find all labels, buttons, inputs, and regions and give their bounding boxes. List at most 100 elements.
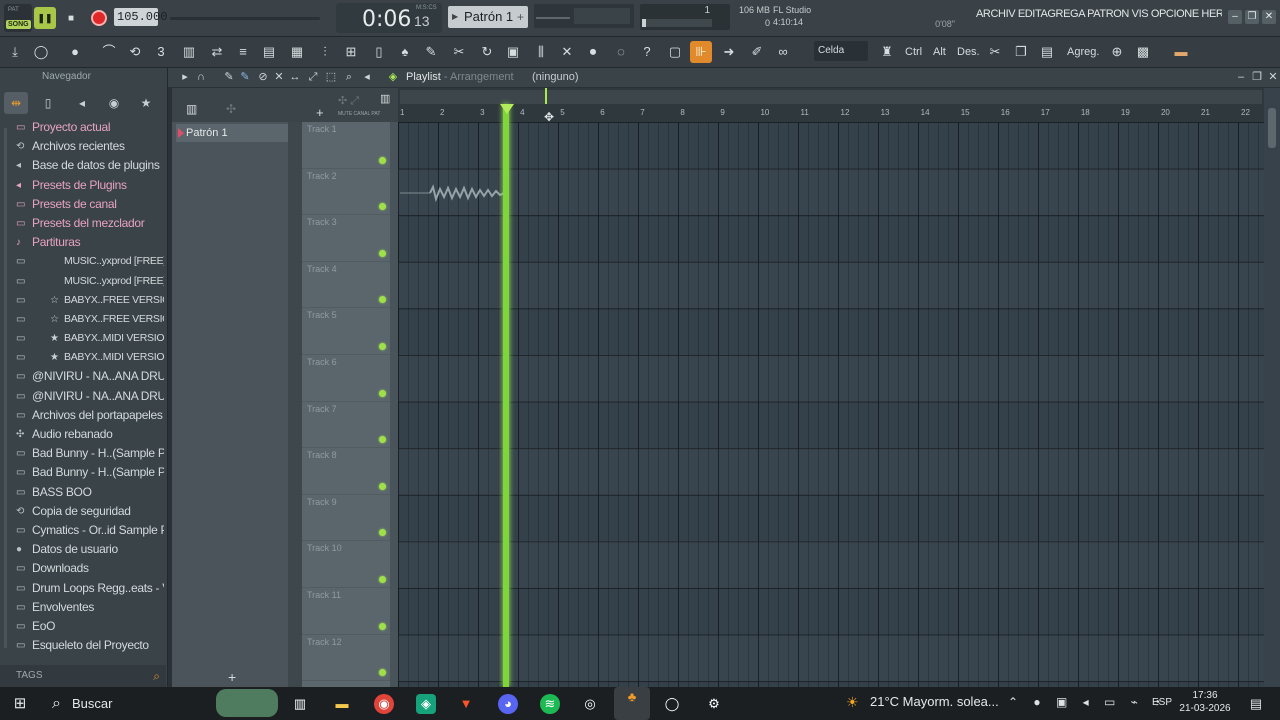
track-mute-led-icon[interactable] xyxy=(379,342,386,350)
scissors-icon[interactable]: ✂ xyxy=(448,41,470,63)
paint-tool-icon[interactable]: ✎ xyxy=(238,70,252,84)
browser-all-tab-icon[interactable]: ⇹ xyxy=(4,92,28,114)
browser-item[interactable]: ▭ MUSIC..yxprod [FREE] xyxy=(0,252,166,271)
discord-icon[interactable]: ◕ xyxy=(498,694,518,714)
blend-notes-icon[interactable]: ▥ xyxy=(178,41,200,63)
tempo-display[interactable]: 105.000 xyxy=(114,8,167,26)
track-mute-led-icon[interactable] xyxy=(379,436,386,444)
scroll-thumb[interactable] xyxy=(1268,108,1276,148)
timeline-scroll-overview[interactable] xyxy=(400,90,1262,104)
track-mute-led-icon[interactable] xyxy=(379,249,386,257)
chat-icon[interactable]: ◌ xyxy=(610,41,632,63)
slip-tool-icon[interactable]: ↔ xyxy=(288,70,302,84)
header-grid-icon[interactable]: ▥ xyxy=(380,92,390,105)
browser-icon[interactable]: ▯ xyxy=(368,41,390,63)
picker-audio-icon[interactable]: ✣ xyxy=(226,102,236,116)
save-icon[interactable]: ⤓ xyxy=(4,41,26,63)
browser-item[interactable]: ▭ Cymatics - Or..id Sample Pack xyxy=(0,521,166,540)
countdown-icon[interactable]: ≡ xyxy=(232,41,254,63)
track-lane[interactable] xyxy=(398,541,1264,588)
minimize-icon[interactable]: – xyxy=(1228,10,1242,24)
playlist-arrangement[interactable]: Arrangement xyxy=(450,71,514,83)
browser-item[interactable]: ⟲ Copia de seguridad xyxy=(0,502,166,521)
track-lane[interactable] xyxy=(398,169,1264,216)
browser-item[interactable]: ▭ Envolventes xyxy=(0,598,166,617)
channel-rack-icon[interactable]: ⫶ xyxy=(314,41,336,63)
track-header[interactable]: Track 7 xyxy=(302,401,390,449)
track-mute-led-icon[interactable] xyxy=(379,669,386,677)
track-lane[interactable] xyxy=(398,355,1264,402)
plugin-picker-icon[interactable]: ♠ xyxy=(394,41,416,63)
track-header[interactable]: Track 8 xyxy=(302,448,390,495)
picker-scrollbar[interactable] xyxy=(288,122,302,687)
alt-button[interactable]: Alt xyxy=(930,41,949,63)
obs-icon[interactable]: ◎ xyxy=(580,694,600,714)
browser-item[interactable]: ▭ Presets de canal xyxy=(0,195,166,214)
track-header[interactable]: Track 12 xyxy=(302,634,390,682)
browser-item[interactable]: ▭ ★ BABYX..MIDI VERSION] xyxy=(0,329,166,348)
browser-item[interactable]: ▭ Archivos del portapapeles xyxy=(0,406,166,425)
arrow-right-icon[interactable]: ➜ xyxy=(718,41,740,63)
browser-item[interactable]: ● Datos de usuario xyxy=(0,540,166,559)
browser-plugins-tab-icon[interactable]: ◉ xyxy=(102,92,126,114)
timeline-ruler[interactable]: 1 2 3 4 5 6 7 8 9 10 11 12 13 14 15 16 17 18 19 20 21 22 xyxy=(398,88,1264,122)
track-mute-led-icon[interactable] xyxy=(379,575,386,583)
ctrl-button[interactable]: Ctrl xyxy=(902,41,925,63)
track-header[interactable]: Track 6 xyxy=(302,355,390,402)
play-button[interactable]: ❚❚ xyxy=(34,7,56,29)
pencil-icon[interactable]: ✐ xyxy=(746,41,768,63)
browser-item[interactable]: ⟲ Archivos recientes xyxy=(0,137,166,156)
arrangement-grid[interactable] xyxy=(398,122,1264,687)
playlist-maximize-icon[interactable]: ❐ xyxy=(1250,70,1264,84)
speaker-icon[interactable]: ◂ xyxy=(360,70,374,84)
tuner-icon[interactable]: ⫼ xyxy=(530,41,552,63)
shop-icon[interactable]: ▩ xyxy=(1132,41,1154,63)
track-mute-led-icon[interactable] xyxy=(379,296,386,304)
add-track-icon[interactable]: + xyxy=(316,105,324,120)
track-header[interactable]: Track 3 xyxy=(302,215,390,262)
audio-clip-waveform[interactable] xyxy=(400,184,504,202)
slice-tool-icon[interactable]: ⤢ xyxy=(306,70,320,84)
weather-text[interactable]: 21°C Mayorm. solea... xyxy=(870,694,999,709)
track-lane[interactable] xyxy=(398,262,1264,309)
track-header[interactable]: Track 1 xyxy=(302,122,390,169)
track-mute-led-icon[interactable] xyxy=(379,622,386,630)
track-mute-led-icon[interactable] xyxy=(379,203,386,211)
browser-item[interactable]: ▭ Proyecto actual xyxy=(0,118,166,137)
playhead[interactable] xyxy=(503,104,509,687)
language-indicator[interactable]: ESP xyxy=(1152,697,1172,708)
snap-selector[interactable]: Celda xyxy=(814,41,868,61)
select-tool-icon[interactable]: ⬚ xyxy=(324,70,338,84)
chrome-icon[interactable]: ◉ xyxy=(374,694,394,714)
master-pitch-slider[interactable] xyxy=(170,17,320,20)
clock[interactable]: 17:36 21-03-2026 xyxy=(1178,689,1232,715)
browser-item[interactable]: ▭ Presets del mezclador xyxy=(0,214,166,233)
browser-item[interactable]: ▭ Bad Bunny - H..(Sample Pack) xyxy=(0,463,166,482)
browser-item[interactable]: ▭ Bad Bunny - H..(Sample Pack) xyxy=(0,444,166,463)
playlist-close-icon[interactable]: ✕ xyxy=(1266,70,1280,84)
track-lane[interactable] xyxy=(398,448,1264,495)
add-pattern-icon[interactable]: + xyxy=(517,6,524,28)
picker-piano-icon[interactable]: ▥ xyxy=(186,102,197,116)
taskbar-search[interactable]: Buscar xyxy=(44,689,210,718)
copy-icon[interactable]: ❐ xyxy=(1010,41,1032,63)
track-header[interactable]: Track 2 xyxy=(302,168,390,216)
mixer-icon[interactable]: ⊞ xyxy=(340,41,362,63)
windows-start-icon[interactable]: ⊞ xyxy=(10,694,30,714)
insert-icon[interactable]: ⊕ xyxy=(1106,41,1128,63)
pattern-selector[interactable]: Patrón 1 + xyxy=(448,6,528,28)
zoom-tool-icon[interactable]: ⌕ xyxy=(342,70,356,84)
picker-add-icon[interactable]: + xyxy=(228,669,236,685)
piano-keyboard-icon[interactable]: ⊪ xyxy=(690,41,712,63)
refresh-icon[interactable]: ↻ xyxy=(476,41,498,63)
playlist-minimize-icon[interactable]: – xyxy=(1234,70,1248,84)
loop-record-icon[interactable]: ⟲ xyxy=(124,41,146,63)
browser-item[interactable]: ▭ ☆ BABYX..FREE VERSION] xyxy=(0,291,166,310)
loop-marker[interactable] xyxy=(545,88,547,104)
track-mute-led-icon[interactable] xyxy=(379,529,386,537)
browser-item[interactable]: ▭ BASS BOO xyxy=(0,483,166,502)
playhead-marker-icon[interactable] xyxy=(500,104,514,114)
track-mute-led-icon[interactable] xyxy=(379,389,386,397)
track-header[interactable]: Track 4 xyxy=(302,261,390,309)
pat-song-toggle[interactable]: PAT SONG xyxy=(4,4,32,32)
